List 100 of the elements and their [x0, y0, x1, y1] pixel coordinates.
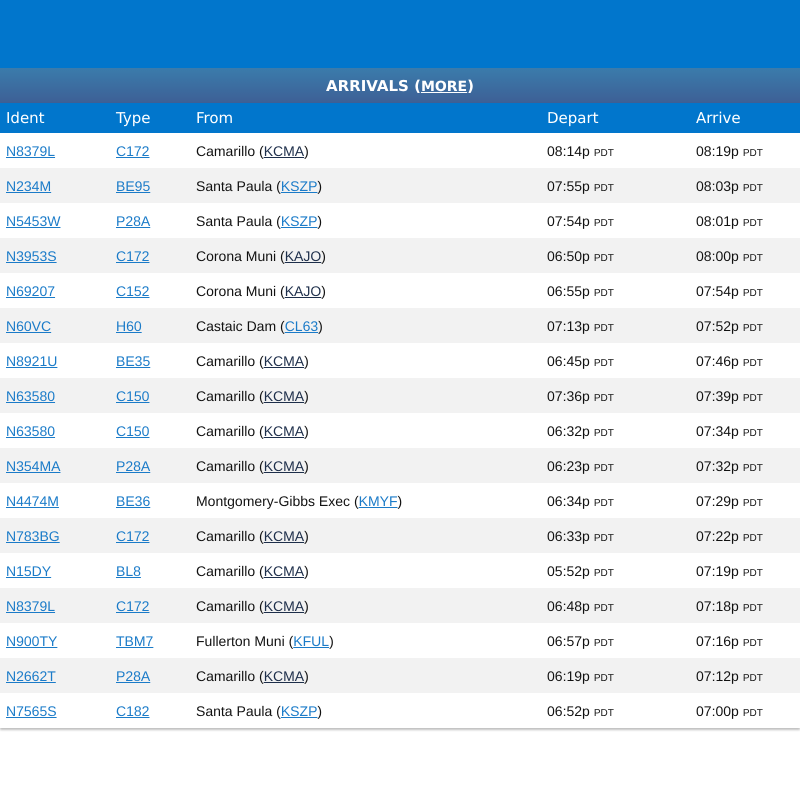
depart-time: 06:50p PDT: [547, 248, 614, 264]
ident-link[interactable]: N63580: [6, 388, 56, 404]
origin-cell: Camarillo (KCMA): [196, 458, 309, 474]
depart-time: 06:34p PDT: [547, 492, 614, 508]
origin-cell: Santa Paula (KSZP): [196, 212, 322, 228]
depart-time: 06:23p PDT: [547, 458, 614, 474]
depart-time: 07:55p PDT: [547, 178, 614, 194]
origin-cell: Fullerton Muni (KFUL): [196, 632, 334, 648]
ident-link[interactable]: N3953S: [6, 248, 57, 264]
depart-time: 06:45p PDT: [547, 352, 614, 368]
type-link[interactable]: C172: [116, 598, 150, 614]
airport-link[interactable]: KCMA: [264, 668, 304, 684]
type-link[interactable]: C150: [116, 388, 150, 404]
arrive-time: 07:00p PDT: [696, 702, 763, 718]
origin-cell: Camarillo (KCMA): [196, 388, 309, 404]
type-link[interactable]: BE95: [116, 178, 150, 194]
type-link[interactable]: C172: [116, 248, 150, 264]
origin-cell: Corona Muni (KAJO): [196, 282, 326, 298]
ident-link[interactable]: N63580: [6, 422, 56, 438]
airport-link[interactable]: KSZP: [280, 178, 318, 194]
airport-link[interactable]: KCMA: [264, 458, 304, 474]
depart-time: 07:13p PDT: [547, 318, 614, 334]
depart-time: 06:32p PDT: [547, 422, 614, 438]
type-link[interactable]: C172: [116, 142, 150, 158]
column-header: Type: [116, 109, 150, 127]
arrive-time: 07:52p PDT: [696, 318, 763, 334]
airport-link[interactable]: KSZP: [280, 702, 318, 718]
arrive-time: 07:19p PDT: [696, 562, 763, 578]
ident-link[interactable]: N783BG: [6, 528, 60, 544]
ident-link[interactable]: N354MA: [6, 458, 60, 474]
airport-link[interactable]: KMYF: [358, 492, 398, 508]
ident-link[interactable]: N4474M: [6, 492, 59, 508]
type-link[interactable]: C152: [116, 282, 150, 298]
origin-cell: Camarillo (KCMA): [196, 562, 309, 578]
airport-link[interactable]: KAJO: [284, 282, 322, 298]
origin-cell: Camarillo (KCMA): [196, 668, 309, 684]
type-link[interactable]: BE35: [116, 352, 150, 368]
type-link[interactable]: C172: [116, 528, 150, 544]
arrive-time: 07:39p PDT: [696, 388, 763, 404]
ident-link[interactable]: N8921U: [6, 352, 58, 368]
depart-time: 06:48p PDT: [547, 598, 614, 614]
type-link[interactable]: H60: [116, 318, 142, 334]
depart-time: 05:52p PDT: [547, 562, 614, 578]
origin-cell: Camarillo (KCMA): [196, 142, 309, 158]
airport-link[interactable]: KCMA: [264, 598, 304, 614]
type-link[interactable]: BL8: [116, 562, 141, 578]
type-link[interactable]: C150: [116, 422, 150, 438]
airport-link[interactable]: KFUL: [293, 632, 330, 648]
airport-link[interactable]: KCMA: [264, 422, 304, 438]
type-link[interactable]: BE36: [116, 492, 150, 508]
type-link[interactable]: C182: [116, 702, 150, 718]
ident-link[interactable]: N2662T: [6, 668, 56, 684]
airport-link[interactable]: KCMA: [264, 528, 304, 544]
type-link[interactable]: TBM7: [116, 632, 154, 648]
column-header: Depart: [547, 109, 599, 127]
origin-cell: Castaic Dam (CL63): [196, 318, 323, 334]
arrive-time: 07:54p PDT: [696, 282, 763, 298]
type-link[interactable]: P28A: [116, 458, 150, 474]
depart-time: 06:19p PDT: [547, 668, 614, 684]
origin-cell: Corona Muni (KAJO): [196, 248, 326, 264]
depart-time: 06:52p PDT: [547, 702, 614, 718]
ident-link[interactable]: N8379L: [6, 142, 56, 158]
airport-link[interactable]: KCMA: [264, 352, 304, 368]
airport-link[interactable]: KCMA: [264, 388, 304, 404]
arrive-time: 07:46p PDT: [696, 352, 763, 368]
arrive-time: 07:16p PDT: [696, 632, 763, 648]
origin-cell: Camarillo (KCMA): [196, 422, 309, 438]
ident-link[interactable]: N234M: [6, 178, 52, 194]
origin-cell: Camarillo (KCMA): [196, 528, 309, 544]
airport-link[interactable]: KCMA: [264, 562, 304, 578]
airport-link[interactable]: KSZP: [280, 212, 318, 228]
arrive-time: 08:19p PDT: [696, 142, 763, 158]
type-link[interactable]: P28A: [116, 668, 150, 684]
arrive-time: 08:00p PDT: [696, 248, 763, 264]
airport-link[interactable]: KAJO: [284, 248, 322, 264]
depart-time: 08:14p PDT: [547, 142, 614, 158]
ident-link[interactable]: N60VC: [6, 318, 52, 334]
arrive-time: 07:22p PDT: [696, 528, 763, 544]
depart-time: 06:57p PDT: [547, 632, 614, 648]
type-link[interactable]: P28A: [116, 212, 150, 228]
arrive-time: 07:29p PDT: [696, 492, 763, 508]
origin-cell: Camarillo (KCMA): [196, 352, 309, 368]
origin-cell: Santa Paula (KSZP): [196, 178, 322, 194]
column-header: Arrive: [696, 109, 741, 127]
ident-link[interactable]: N900TY: [6, 632, 58, 648]
ident-link[interactable]: N7565S: [6, 702, 57, 718]
ident-link[interactable]: N8379L: [6, 598, 56, 614]
depart-time: 07:54p PDT: [547, 212, 614, 228]
depart-time: 06:55p PDT: [547, 282, 614, 298]
more-link[interactable]: MORE: [420, 78, 468, 94]
arrive-time: 08:01p PDT: [696, 212, 763, 228]
airport-link[interactable]: KCMA: [264, 142, 304, 158]
airport-link[interactable]: CL63: [284, 318, 318, 334]
ident-link[interactable]: N15DY: [6, 562, 52, 578]
ident-link[interactable]: N69207: [6, 282, 56, 298]
arrive-time: 08:03p PDT: [696, 178, 763, 194]
arrive-time: 07:34p PDT: [696, 422, 763, 438]
ident-link[interactable]: N5453W: [6, 212, 60, 228]
origin-cell: Montgomery-Gibbs Exec (KMYF): [196, 492, 402, 508]
section-title: ARRIVALS (MORE): [326, 76, 474, 94]
